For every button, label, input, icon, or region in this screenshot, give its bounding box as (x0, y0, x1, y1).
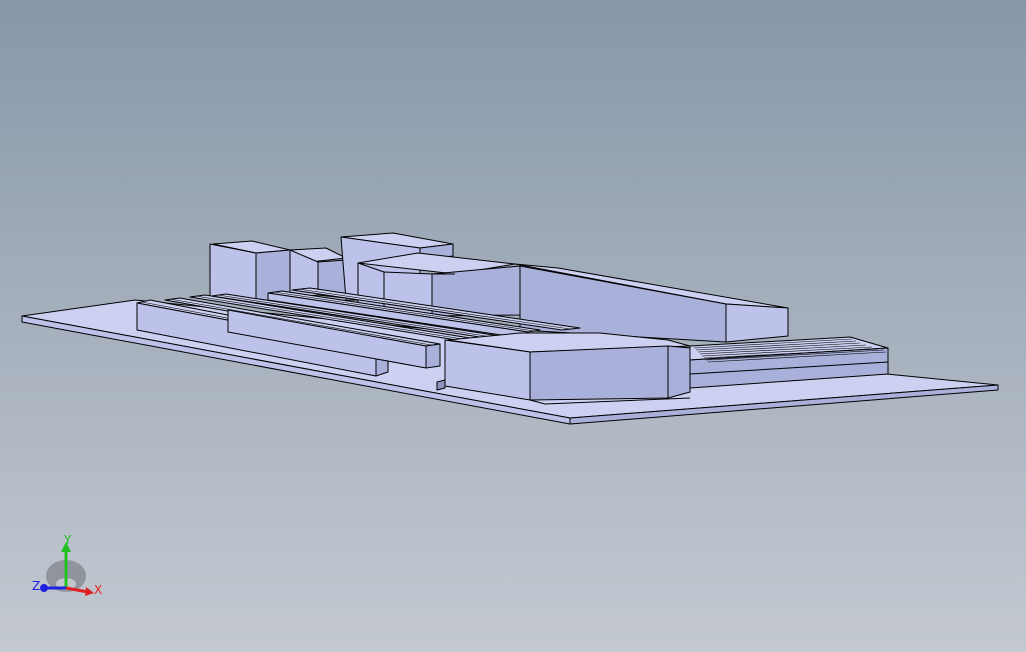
coordinate-triad: Y X Z (32, 533, 102, 597)
pcb-3d-model[interactable] (0, 0, 1026, 652)
graphics-viewport[interactable]: Y X Z (0, 0, 1026, 652)
x-axis-label: X (94, 583, 102, 597)
y-axis-label: Y (63, 533, 72, 547)
z-axis-label: Z (32, 579, 40, 593)
component-block-long[interactable] (514, 263, 789, 343)
